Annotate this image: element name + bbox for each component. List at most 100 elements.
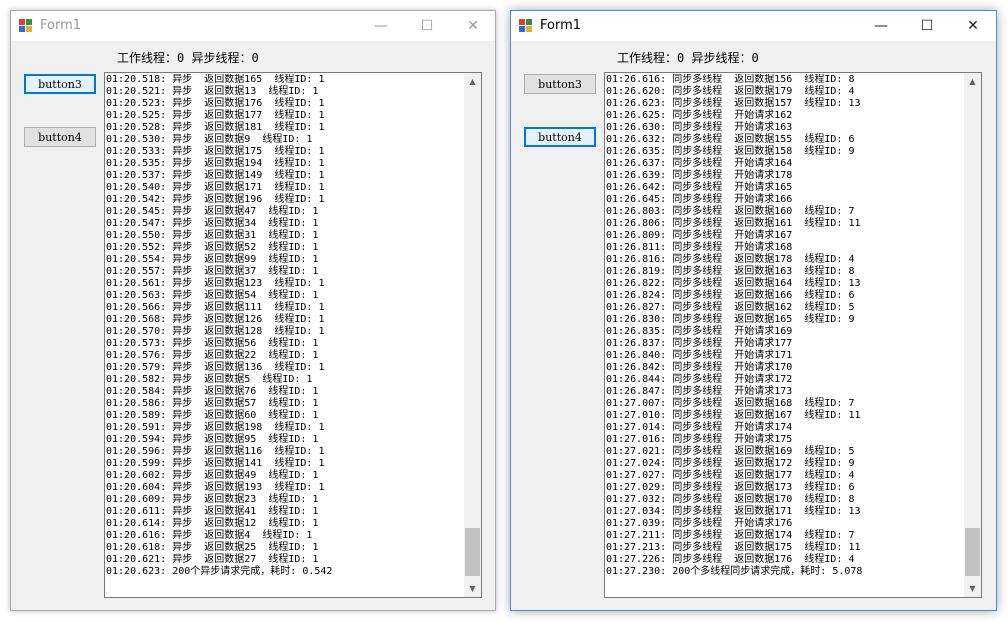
log-line: 01:26.806: 同步多线程 返回数据161 线程ID: 11 — [606, 218, 861, 229]
log-line: 01:20.579: 异步 返回数据136 线程ID: 1 — [106, 362, 325, 373]
log-line: 01:26.827: 同步多线程 返回数据162 线程ID: 5 — [606, 302, 855, 313]
title-bar[interactable]: Form1 — ☐ ✕ — [11, 11, 495, 41]
log-line: 01:26.809: 同步多线程 开始请求167 — [606, 230, 793, 241]
minimize-icon[interactable]: — — [858, 11, 904, 41]
title-bar[interactable]: Form1 — ☐ ✕ — [511, 11, 996, 41]
log-line: 01:20.528: 异步 返回数据181 线程ID: 1 — [106, 122, 325, 133]
log-line: 01:26.824: 同步多线程 返回数据166 线程ID: 6 — [606, 290, 855, 301]
button4[interactable]: button4 — [24, 127, 96, 147]
log-line: 01:26.635: 同步多线程 返回数据158 线程ID: 9 — [606, 146, 855, 157]
vertical-scrollbar[interactable]: ▲ ▼ — [464, 73, 481, 597]
log-line: 01:20.561: 异步 返回数据123 线程ID: 1 — [106, 278, 325, 289]
log-line: 01:20.533: 异步 返回数据175 线程ID: 1 — [106, 146, 325, 157]
log-line: 01:27.016: 同步多线程 开始请求175 — [606, 434, 793, 445]
log-line: 01:26.642: 同步多线程 开始请求165 — [606, 182, 793, 193]
log-line: 01:20.618: 异步 返回数据25 线程ID: 1 — [106, 542, 319, 553]
log-line: 01:26.639: 同步多线程 开始请求178 — [606, 170, 793, 181]
log-line: 01:20.586: 异步 返回数据57 线程ID: 1 — [106, 398, 319, 409]
log-line: 01:20.623: 200个异步请求完成，耗时: 0.542 — [106, 566, 333, 577]
scroll-down-arrow-icon[interactable]: ▼ — [464, 580, 481, 597]
log-line: 01:27.021: 同步多线程 返回数据169 线程ID: 5 — [606, 446, 855, 457]
log-line: 01:20.542: 异步 返回数据196 线程ID: 1 — [106, 194, 325, 205]
log-line: 01:20.547: 异步 返回数据34 线程ID: 1 — [106, 218, 319, 229]
log-line: 01:27.213: 同步多线程 返回数据175 线程ID: 11 — [606, 542, 861, 553]
log-line: 01:26.837: 同步多线程 开始请求177 — [606, 338, 793, 349]
log-line: 01:27.039: 同步多线程 开始请求176 — [606, 518, 793, 529]
log-line: 01:20.537: 异步 返回数据149 线程ID: 1 — [106, 170, 325, 181]
log-line: 01:27.007: 同步多线程 返回数据168 线程ID: 7 — [606, 398, 855, 409]
log-line: 01:26.645: 同步多线程 开始请求166 — [606, 194, 793, 205]
scroll-down-arrow-icon[interactable]: ▼ — [964, 580, 981, 597]
button4[interactable]: button4 — [524, 127, 596, 147]
scrollbar-thumb[interactable] — [965, 528, 980, 576]
log-line: 01:20.573: 异步 返回数据56 线程ID: 1 — [106, 338, 319, 349]
button3[interactable]: button3 — [24, 74, 96, 94]
vertical-scrollbar[interactable]: ▲ ▼ — [964, 73, 981, 597]
log-line: 01:20.576: 异步 返回数据22 线程ID: 1 — [106, 350, 319, 361]
thread-status-label: 工作线程：0 异步线程：0 — [117, 51, 259, 65]
log-line: 01:20.589: 异步 返回数据60 线程ID: 1 — [106, 410, 319, 421]
log-line: 01:26.811: 同步多线程 开始请求168 — [606, 242, 793, 253]
window-title: Form1 — [540, 18, 582, 33]
log-line: 01:26.847: 同步多线程 开始请求173 — [606, 386, 793, 397]
log-line: 01:20.604: 异步 返回数据193 线程ID: 1 — [106, 482, 325, 493]
scroll-up-arrow-icon[interactable]: ▲ — [464, 73, 481, 90]
thread-status-label: 工作线程：0 异步线程：0 — [617, 51, 759, 65]
log-line: 01:26.632: 同步多线程 返回数据155 线程ID: 6 — [606, 134, 855, 145]
log-line: 01:20.554: 异步 返回数据99 线程ID: 1 — [106, 254, 319, 265]
close-icon[interactable]: ✕ — [950, 11, 996, 41]
log-line: 01:26.819: 同步多线程 返回数据163 线程ID: 8 — [606, 266, 855, 277]
scrollbar-thumb[interactable] — [465, 528, 480, 576]
button3[interactable]: button3 — [524, 74, 596, 94]
log-line: 01:20.525: 异步 返回数据177 线程ID: 1 — [106, 110, 325, 121]
winforms-app-icon — [19, 19, 33, 33]
log-lines: 01:26.616: 同步多线程 返回数据156 线程ID: 8 01:26.62… — [606, 74, 963, 578]
log-line: 01:20.563: 异步 返回数据54 线程ID: 1 — [106, 290, 319, 301]
log-line: 01:20.591: 异步 返回数据198 线程ID: 1 — [106, 422, 325, 433]
log-line: 01:27.014: 同步多线程 开始请求174 — [606, 422, 793, 433]
form1-window-sync-multithread: Form1 — ☐ ✕ 工作线程：0 异步线程：0 button3 button… — [510, 10, 997, 611]
log-line: 01:20.535: 异步 返回数据194 线程ID: 1 — [106, 158, 325, 169]
log-line: 01:27.027: 同步多线程 返回数据177 线程ID: 4 — [606, 470, 855, 481]
winforms-app-icon — [519, 19, 533, 33]
minimize-icon[interactable]: — — [358, 11, 404, 41]
log-line: 01:20.545: 异步 返回数据47 线程ID: 1 — [106, 206, 319, 217]
log-line: 01:26.620: 同步多线程 返回数据179 线程ID: 4 — [606, 86, 855, 97]
window-title: Form1 — [40, 18, 82, 33]
log-line: 01:20.530: 异步 返回数据9 线程ID: 1 — [106, 134, 313, 145]
log-line: 01:26.625: 同步多线程 开始请求162 — [606, 110, 793, 121]
log-line: 01:20.584: 异步 返回数据76 线程ID: 1 — [106, 386, 319, 397]
log-line: 01:20.566: 异步 返回数据111 线程ID: 1 — [106, 302, 325, 313]
log-line: 01:26.637: 同步多线程 开始请求164 — [606, 158, 793, 169]
scroll-up-arrow-icon[interactable]: ▲ — [964, 73, 981, 90]
log-line: 01:26.822: 同步多线程 返回数据164 线程ID: 13 — [606, 278, 861, 289]
log-line: 01:20.570: 异步 返回数据128 线程ID: 1 — [106, 326, 325, 337]
maximize-icon[interactable]: ☐ — [904, 11, 950, 41]
log-line: 01:26.830: 同步多线程 返回数据165 线程ID: 9 — [606, 314, 855, 325]
log-line: 01:20.621: 异步 返回数据27 线程ID: 1 — [106, 554, 319, 565]
maximize-icon[interactable]: ☐ — [404, 11, 450, 41]
log-line: 01:20.602: 异步 返回数据49 线程ID: 1 — [106, 470, 319, 481]
log-line: 01:20.614: 异步 返回数据12 线程ID: 1 — [106, 518, 319, 529]
log-line: 01:27.226: 同步多线程 返回数据176 线程ID: 4 — [606, 554, 855, 565]
log-line: 01:20.552: 异步 返回数据52 线程ID: 1 — [106, 242, 319, 253]
log-textbox[interactable]: 01:20.518: 异步 返回数据165 线程ID: 1 01:20.521: … — [104, 72, 482, 598]
log-line: 01:27.024: 同步多线程 返回数据172 线程ID: 9 — [606, 458, 855, 469]
log-line: 01:20.594: 异步 返回数据95 线程ID: 1 — [106, 434, 319, 445]
log-line: 01:27.211: 同步多线程 返回数据174 线程ID: 7 — [606, 530, 855, 541]
log-lines: 01:20.518: 异步 返回数据165 线程ID: 1 01:20.521: … — [106, 74, 463, 578]
log-line: 01:27.032: 同步多线程 返回数据170 线程ID: 8 — [606, 494, 855, 505]
log-line: 01:20.523: 异步 返回数据176 线程ID: 1 — [106, 98, 325, 109]
close-icon[interactable]: ✕ — [450, 11, 496, 41]
log-line: 01:26.840: 同步多线程 开始请求171 — [606, 350, 793, 361]
log-line: 01:20.518: 异步 返回数据165 线程ID: 1 — [106, 74, 325, 85]
log-textbox[interactable]: 01:26.616: 同步多线程 返回数据156 线程ID: 8 01:26.62… — [604, 72, 982, 598]
log-line: 01:26.835: 同步多线程 开始请求169 — [606, 326, 793, 337]
log-line: 01:27.029: 同步多线程 返回数据173 线程ID: 6 — [606, 482, 855, 493]
log-line: 01:20.611: 异步 返回数据41 线程ID: 1 — [106, 506, 319, 517]
log-line: 01:26.842: 同步多线程 开始请求170 — [606, 362, 793, 373]
log-line: 01:26.803: 同步多线程 返回数据160 线程ID: 7 — [606, 206, 855, 217]
log-line: 01:26.844: 同步多线程 开始请求172 — [606, 374, 793, 385]
log-line: 01:20.557: 异步 返回数据37 线程ID: 1 — [106, 266, 319, 277]
log-line: 01:27.230: 200个多线程同步请求完成，耗时: 5.078 — [606, 566, 863, 577]
